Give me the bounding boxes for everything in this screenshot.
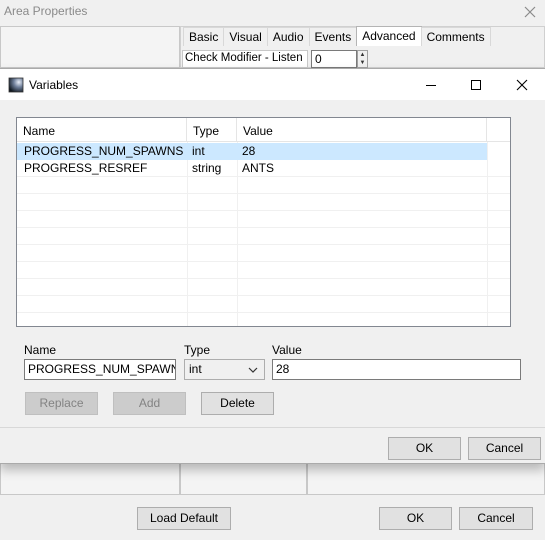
tab-events[interactable]: Events — [308, 27, 358, 46]
maximize-icon[interactable] — [468, 77, 484, 93]
name-label: Name — [24, 343, 57, 357]
tab-strip: Basic Visual Audio Events Advanced Comme… — [183, 26, 491, 46]
minimize-icon[interactable] — [423, 77, 439, 93]
column-header-type[interactable]: Type — [187, 118, 237, 142]
grid-line — [17, 312, 510, 313]
tab-visual[interactable]: Visual — [223, 27, 268, 46]
value-input[interactable]: 28 — [272, 359, 521, 380]
row-name-cell: PROGRESS_NUM_SPAWNS — [24, 144, 184, 158]
spin-up-icon[interactable]: ▲ — [358, 51, 367, 59]
separator — [0, 427, 545, 428]
window-title: Area Properties — [4, 4, 88, 18]
cancel-button[interactable]: Cancel — [468, 437, 541, 460]
table-row[interactable]: PROGRESS_RESREF string ANTS — [17, 160, 487, 177]
grid-line — [17, 227, 510, 228]
row-name-cell: PROGRESS_RESREF — [24, 161, 148, 175]
close-icon[interactable] — [522, 4, 538, 20]
column-header-filler — [487, 118, 510, 142]
add-button[interactable]: Add — [113, 392, 186, 415]
grid-line — [17, 244, 510, 245]
grid-divider — [487, 142, 488, 326]
left-pane-bottom — [0, 463, 180, 495]
chevron-down-icon — [248, 367, 258, 373]
load-default-button[interactable]: Load Default — [137, 507, 231, 530]
row-value-cell: ANTS — [242, 161, 275, 175]
dialog-title-bar: Variables — [0, 69, 545, 100]
row-type-cell: string — [192, 161, 222, 175]
grid-line — [17, 278, 510, 279]
column-header-name[interactable]: Name — [17, 118, 187, 142]
type-label: Type — [184, 343, 211, 357]
bg-ok-button[interactable]: OK — [379, 507, 452, 530]
type-select-value: int — [189, 362, 202, 376]
right-pane-bottom — [307, 463, 545, 495]
ok-button[interactable]: OK — [388, 437, 461, 460]
row-type-cell: int — [192, 144, 205, 158]
middle-pane-bottom — [180, 463, 307, 495]
app-icon — [8, 77, 24, 93]
delete-button[interactable]: Delete — [201, 392, 274, 415]
close-icon[interactable] — [514, 77, 530, 93]
check-modifier-listen-label: Check Modifier - Listen — [182, 50, 308, 68]
tab-basic[interactable]: Basic — [183, 27, 225, 46]
grid-line — [17, 210, 510, 211]
value-label: Value — [272, 343, 302, 357]
name-input[interactable]: PROGRESS_NUM_SPAWNS — [24, 359, 176, 380]
grid-line — [17, 261, 510, 262]
tab-audio[interactable]: Audio — [266, 27, 310, 46]
column-header-value[interactable]: Value — [237, 118, 487, 142]
check-modifier-listen-input[interactable]: 0 — [311, 50, 357, 68]
variables-dialog: Variables Name Type Value PROGRESS_NUM_S… — [0, 68, 545, 464]
type-select[interactable]: int — [184, 359, 265, 380]
check-modifier-spinner[interactable]: ▲ ▼ — [357, 50, 368, 68]
variables-list[interactable]: Name Type Value PROGRESS_NUM_SPAWNS int … — [16, 117, 511, 327]
tab-comments[interactable]: Comments — [420, 27, 491, 46]
spin-down-icon[interactable]: ▼ — [358, 59, 367, 67]
grid-line — [17, 295, 510, 296]
table-row[interactable]: PROGRESS_NUM_SPAWNS int 28 — [17, 143, 487, 160]
left-pane — [0, 26, 180, 68]
tab-advanced[interactable]: Advanced — [356, 26, 422, 46]
bg-cancel-button[interactable]: Cancel — [459, 507, 533, 530]
replace-button[interactable]: Replace — [25, 392, 98, 415]
dialog-title: Variables — [29, 78, 79, 92]
grid-line — [17, 193, 510, 194]
row-value-cell: 28 — [242, 144, 256, 158]
